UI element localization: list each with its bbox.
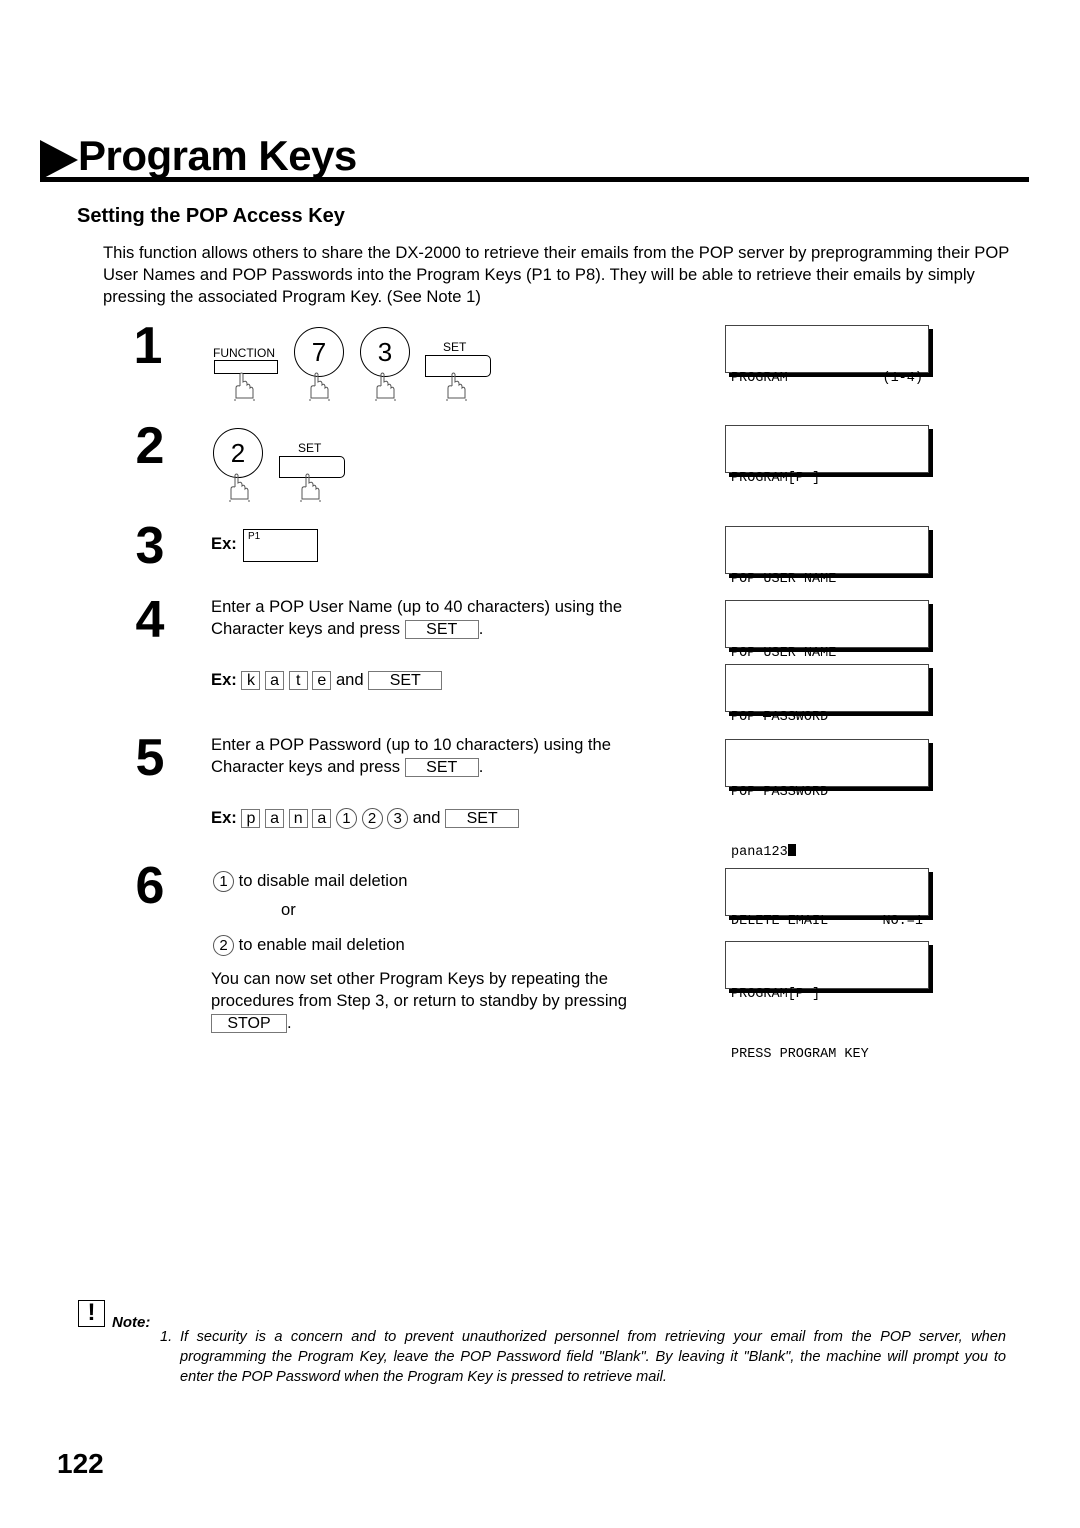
lcd-line1: PROGRAM[P ] xyxy=(731,471,821,486)
period: . xyxy=(478,757,484,776)
lcd-line2: PRESS PROGRAM KEY xyxy=(731,1047,869,1062)
key-7[interactable]: 7 xyxy=(294,327,344,377)
option-enable-deletion: 2 to enable mail deletion xyxy=(213,934,405,957)
press-hand-icon xyxy=(225,473,255,503)
step-number-1: 1 xyxy=(133,317,163,375)
step6-line2: procedures from Step 3, or return to sta… xyxy=(211,991,627,1010)
page-title-text: Program Keys xyxy=(78,132,357,179)
lcd-line1: POP USER NAME xyxy=(731,572,837,587)
example-label: Ex: xyxy=(211,670,237,689)
lcd-display-step5: POP PASSWORD pana123 xyxy=(725,739,929,860)
step4-example: Ex: k a t e and SET xyxy=(211,669,443,691)
example-label: Ex: xyxy=(211,534,237,553)
lcd-line1: POP PASSWORD xyxy=(731,785,829,800)
set-key-inline[interactable]: SET xyxy=(368,671,443,691)
step-number-5: 5 xyxy=(135,729,165,787)
and-label: and xyxy=(335,670,364,689)
digit-key-2[interactable]: 2 xyxy=(213,935,234,957)
press-hand-icon xyxy=(230,372,260,402)
lcd-display-step4-password: POP PASSWORD xyxy=(725,664,929,781)
option2-text: to enable mail deletion xyxy=(238,935,405,954)
char-key-a[interactable]: a xyxy=(312,809,332,829)
set-key-inline[interactable]: SET xyxy=(404,620,479,640)
note-item-text: If security is a concern and to prevent … xyxy=(180,1329,1006,1385)
cursor-block xyxy=(787,844,796,856)
lcd-display-step6-final: PROGRAM[P ] PRESS PROGRAM KEY xyxy=(725,941,929,1062)
step-number-3: 3 xyxy=(135,517,165,575)
note-item: 1. If security is a concern and to preve… xyxy=(160,1327,1006,1387)
lcd-line1: DELETE EMAIL xyxy=(731,914,829,929)
char-key-p[interactable]: p xyxy=(241,809,261,829)
example-label: Ex: xyxy=(211,808,237,827)
step4-instructions: Enter a POP User Name (up to 40 characte… xyxy=(211,596,691,640)
step4-line2: Character keys and press xyxy=(211,619,401,638)
key-2[interactable]: 2 xyxy=(213,428,263,478)
press-hand-icon xyxy=(296,473,326,503)
intro-paragraph: This function allows others to share the… xyxy=(103,243,1009,306)
note-label: Note: xyxy=(112,1314,151,1331)
option-disable-deletion: 1 to disable mail deletion xyxy=(213,870,408,893)
exclamation-icon: ! xyxy=(78,1300,105,1327)
lcd-password-value: pana123 xyxy=(731,845,788,860)
stop-key-inline[interactable]: STOP xyxy=(211,1014,287,1034)
set-key-inline[interactable]: SET xyxy=(445,809,520,829)
char-key-n[interactable]: n xyxy=(288,809,308,829)
press-hand-icon xyxy=(371,372,401,402)
step6-instructions: You can now set other Program Keys by re… xyxy=(211,968,691,1034)
digit-key-3[interactable]: 3 xyxy=(387,808,409,830)
lcd-display-step4-username: POP USER NAME kate xyxy=(725,600,929,721)
lcd-display-step6-delete: DELETE EMAILNO.=1 1:NO 2:YES xyxy=(725,868,929,989)
lcd-line1: POP PASSWORD xyxy=(731,710,829,725)
step5-instructions: Enter a POP Password (up to 10 character… xyxy=(211,734,691,778)
set-key-label: SET xyxy=(298,441,322,455)
digit-key-2[interactable]: 2 xyxy=(361,808,383,830)
lcd-line1-range: (1-4) xyxy=(882,371,923,386)
step-number-4: 4 xyxy=(135,591,165,649)
page-title: Program Keys xyxy=(40,128,357,184)
lcd-line1-no: NO.=1 xyxy=(882,914,923,929)
and-label: and xyxy=(412,808,441,827)
title-arrow-icon xyxy=(40,140,78,180)
key-3[interactable]: 3 xyxy=(360,327,410,377)
step6-line1: You can now set other Program Keys by re… xyxy=(211,969,608,988)
char-key-a[interactable]: a xyxy=(265,809,285,829)
digit-key-1[interactable]: 1 xyxy=(335,808,357,830)
lcd-display-step1: PROGRAM(1-4) ENTER NO. OR ∨ ∧ xyxy=(725,325,929,446)
program-key-label: P1 xyxy=(248,531,261,542)
period: . xyxy=(478,619,484,638)
step4-line1: Enter a POP User Name (up to 40 characte… xyxy=(211,597,623,616)
page-number: 122 xyxy=(57,1448,104,1479)
press-hand-icon xyxy=(442,372,472,402)
section-title: Setting the POP Access Key xyxy=(77,205,345,227)
set-key-inline[interactable]: SET xyxy=(404,758,479,778)
char-key-e[interactable]: e xyxy=(312,671,332,691)
note-item-number: 1. xyxy=(160,1329,173,1345)
step5-line2: Character keys and press xyxy=(211,757,401,776)
char-key-k[interactable]: k xyxy=(241,671,261,691)
period: . xyxy=(287,1013,292,1032)
or-label: or xyxy=(281,900,296,919)
press-hand-icon xyxy=(305,372,335,402)
digit-key-1[interactable]: 1 xyxy=(213,871,234,893)
lcd-line1: PROGRAM xyxy=(731,371,788,386)
lcd-line1: POP USER NAME xyxy=(731,646,837,661)
lcd-line1: PROGRAM[P ] xyxy=(731,987,821,1002)
step-number-6: 6 xyxy=(135,857,165,915)
step5-line1: Enter a POP Password (up to 10 character… xyxy=(211,735,611,754)
step5-example: Ex: p a n a 1 2 3 and SET xyxy=(211,807,520,830)
program-key-p1[interactable]: P1 xyxy=(243,529,318,562)
lcd-display-step2: PROGRAM[P ] PRESS PROGRAM KEY xyxy=(725,425,929,546)
lcd-display-step3: POP USER NAME xyxy=(725,526,929,643)
char-key-a[interactable]: a xyxy=(265,671,285,691)
char-key-t[interactable]: t xyxy=(288,671,308,691)
set-key-label: SET xyxy=(443,340,467,354)
step-number-2: 2 xyxy=(135,417,165,475)
function-key-label: FUNCTION xyxy=(213,346,275,360)
option1-text: to disable mail deletion xyxy=(238,871,408,890)
title-divider xyxy=(40,177,1029,182)
